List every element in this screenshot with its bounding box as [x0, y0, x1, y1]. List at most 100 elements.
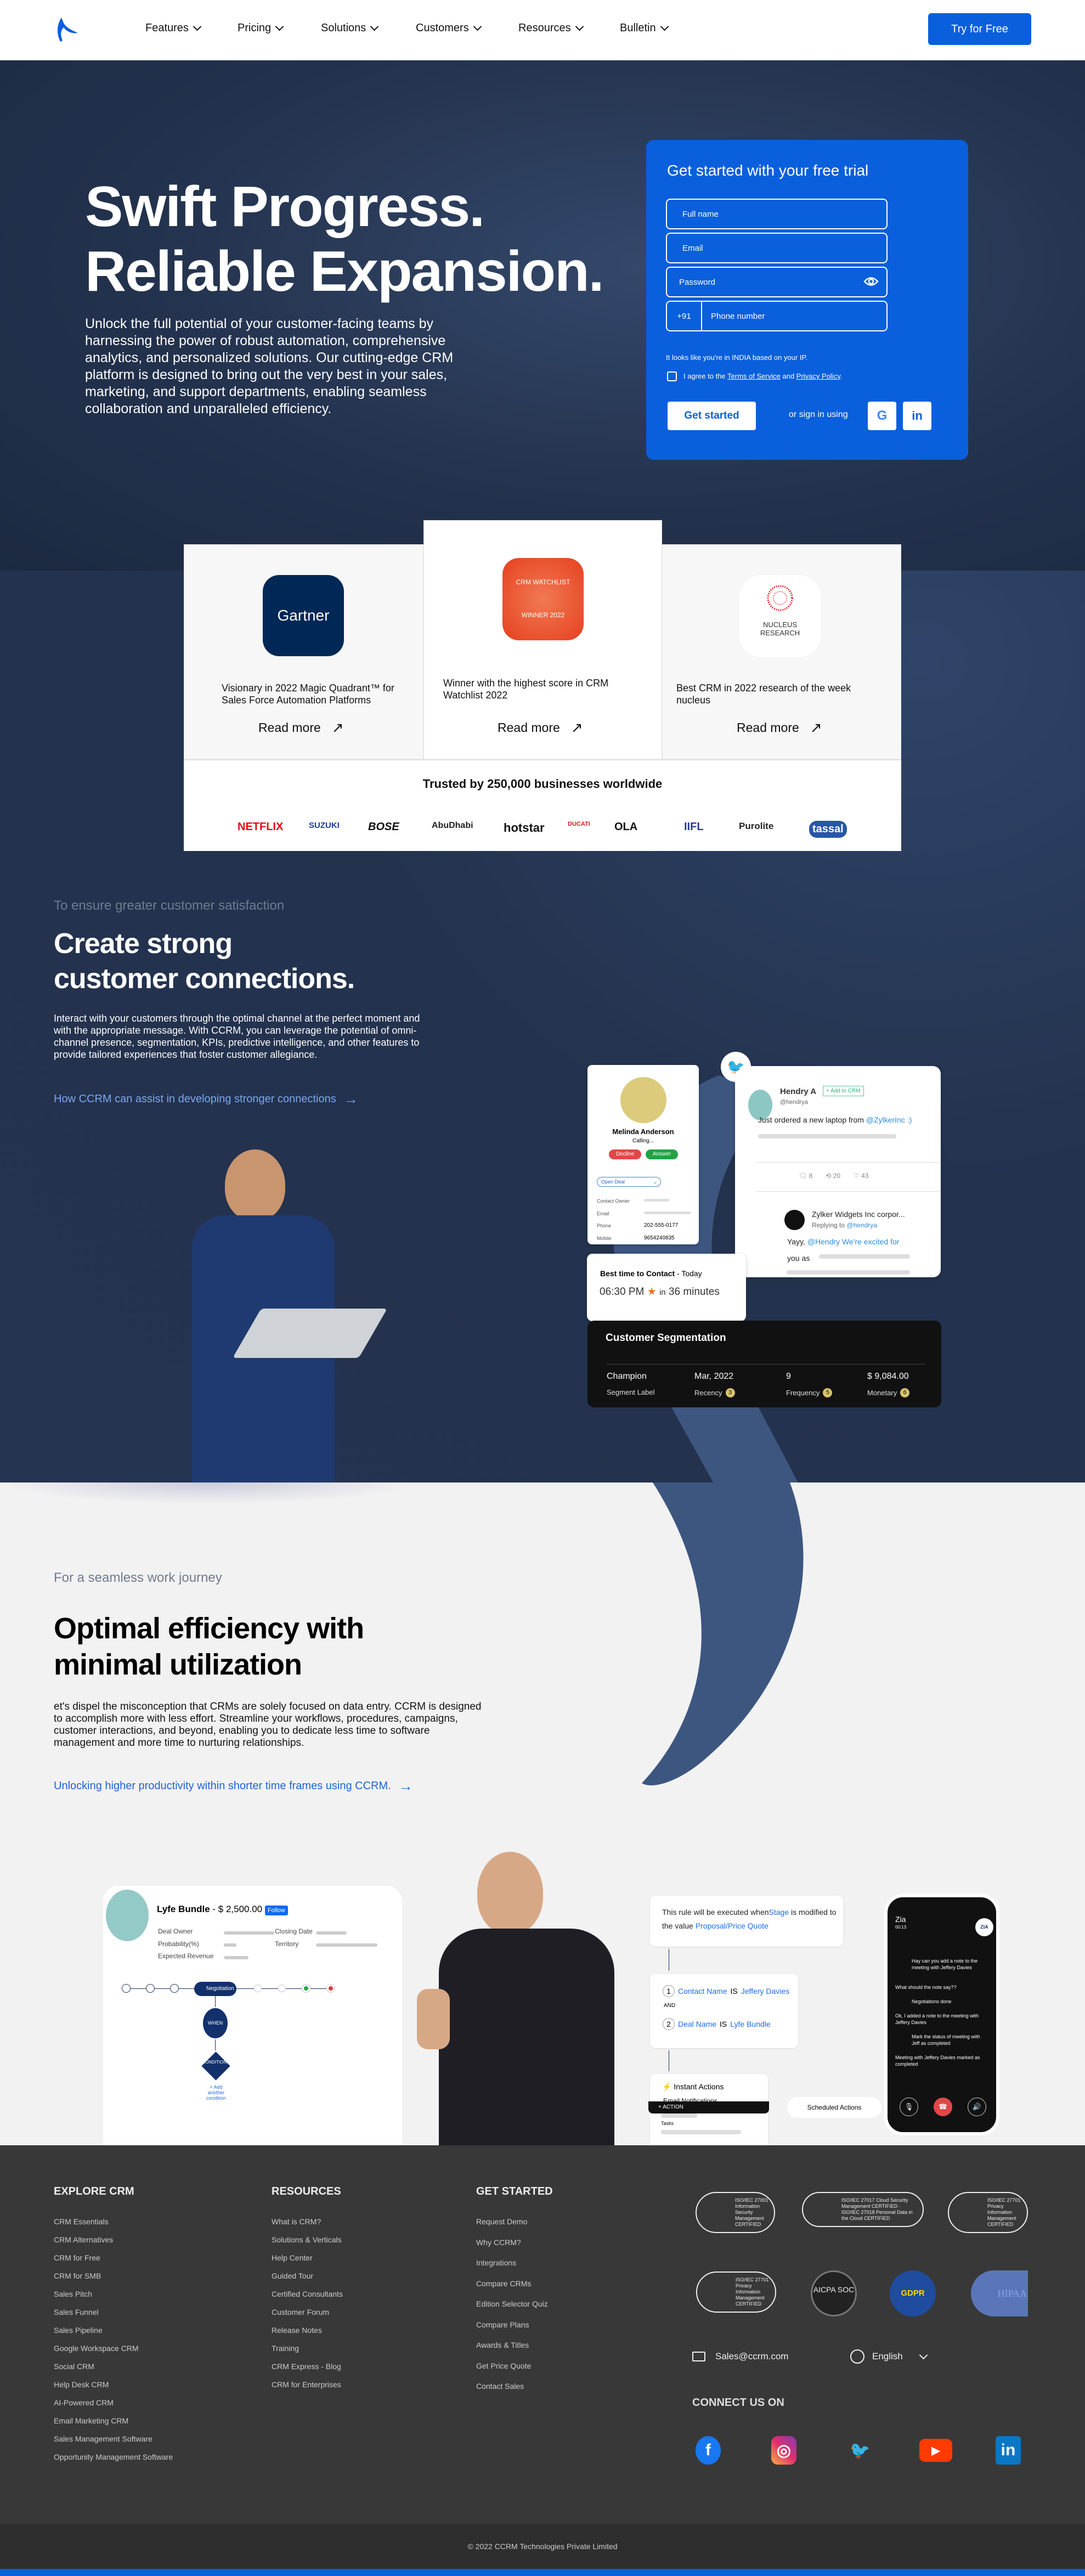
speaker-icon[interactable]: 🔊	[968, 2098, 986, 2116]
rule-field: Stage	[768, 1908, 789, 1917]
nav-resources[interactable]: Resources	[518, 22, 584, 35]
footer-link[interactable]: Solutions & Verticals	[272, 2235, 342, 2244]
stage-negotiation: Negotiation	[194, 1982, 236, 1996]
footer-link[interactable]: What is CRM?	[272, 2217, 321, 2226]
footer-link[interactable]: CRM Express - Blog	[272, 2362, 341, 2371]
condition-row: 1 Contact Name IS Jeffery Davies	[663, 1985, 789, 1997]
language-select[interactable]: English	[850, 2349, 928, 2364]
footer-link[interactable]: AI-Powered CRM	[54, 2398, 114, 2407]
footer-link[interactable]: CRM for SMB	[54, 2271, 101, 2280]
instagram-icon[interactable]: ◎	[771, 2436, 796, 2465]
end-call-icon[interactable]: ☎	[934, 2098, 952, 2116]
like-count[interactable]: ♡ 43	[854, 1172, 868, 1180]
phone-input-group: +91 Phone number	[666, 301, 888, 331]
nav-pricing[interactable]: Pricing	[238, 22, 284, 35]
footer-link[interactable]: Help Desk CRM	[54, 2380, 109, 2389]
read-more-link[interactable]: Read more ↗	[258, 719, 344, 736]
add-action-button[interactable]: + ACTION	[648, 2101, 769, 2113]
brand-netflix: NETFLIX	[238, 821, 284, 833]
footer-link[interactable]: Request Demo	[476, 2217, 527, 2226]
reply-count[interactable]: 🗨 8	[799, 1172, 812, 1180]
footer-link[interactable]: Sales Pipeline	[54, 2326, 103, 2335]
footer-link[interactable]: CRM Essentials	[54, 2217, 109, 2226]
footer-link[interactable]: Get Price Quote	[476, 2361, 531, 2370]
footer-link[interactable]: Social CRM	[54, 2362, 94, 2371]
footer-link[interactable]: Compare CRMs	[476, 2279, 531, 2288]
ccrm-logo-icon[interactable]	[54, 15, 80, 44]
nav-features[interactable]: Features	[145, 22, 202, 35]
decline-button[interactable]: Decline	[609, 1149, 641, 1159]
and-label: AND	[664, 2003, 676, 2009]
agree-checkbox[interactable]	[667, 371, 677, 381]
phone-input[interactable]: Phone number	[702, 312, 765, 321]
scheduled-actions-pill[interactable]: Scheduled Actions	[787, 2097, 881, 2118]
tweet-mention[interactable]: @ZylkerInc :)	[866, 1115, 912, 1124]
footer-link[interactable]: Customer Forum	[272, 2308, 329, 2316]
nucleus-logo: NUCLEUS RESEARCH	[739, 575, 821, 657]
footer-link[interactable]: Contact Sales	[476, 2382, 524, 2391]
instant-actions-text: Instant Actions	[674, 2082, 724, 2091]
footer-link[interactable]: Why CCRM?	[476, 2238, 521, 2247]
terms-link[interactable]: Terms of Service	[727, 372, 781, 380]
read-more-link[interactable]: Read more ↗	[737, 719, 822, 736]
youtube-icon[interactable]: ▶	[919, 2439, 952, 2462]
stage-lost-icon	[327, 1985, 335, 1992]
read-more-label: Read more	[737, 720, 799, 735]
nav-customers[interactable]: Customers	[416, 22, 482, 35]
nav-bulletin[interactable]: Bulletin	[620, 22, 669, 35]
get-started-button[interactable]: Get started	[668, 402, 756, 430]
mute-icon[interactable]: 🎙	[900, 2098, 918, 2116]
placeholder-bar	[787, 1270, 910, 1275]
sales-email: Sales@ccrm.com	[715, 2351, 789, 2361]
read-more-link[interactable]: Read more ↗	[498, 719, 583, 736]
sales-email-link[interactable]: Sales@ccrm.com	[692, 2351, 788, 2362]
footer-link[interactable]: CRM Alternatives	[54, 2235, 113, 2244]
footer-link[interactable]: Compare Plans	[476, 2320, 529, 2329]
connections-link[interactable]: How CCRM can assist in developing strong…	[54, 1091, 358, 1108]
footer-link[interactable]: Help Center	[272, 2253, 313, 2262]
field-label: Expected Revenue	[158, 1952, 214, 1960]
twitter-icon[interactable]: 🐦	[847, 2436, 873, 2465]
footer-link[interactable]: CRM for Enterprises	[272, 2380, 341, 2389]
eye-icon[interactable]	[863, 275, 879, 288]
add-to-crm-button[interactable]: + Add to CRM	[823, 1086, 864, 1096]
email-input[interactable]: Email	[666, 233, 888, 263]
retweet-count[interactable]: ⟲ 20	[826, 1172, 840, 1180]
password-input[interactable]: Password	[666, 267, 888, 297]
footer-link[interactable]: Guided Tour	[272, 2271, 313, 2280]
footer-link[interactable]: Certified Consultants	[272, 2290, 343, 2298]
footer-link[interactable]: Sales Funnel	[54, 2308, 99, 2316]
footer-link[interactable]: Email Marketing CRM	[54, 2416, 128, 2425]
efficiency-link[interactable]: Unlocking higher productivity within sho…	[54, 1778, 413, 1795]
google-signin-button[interactable]: G	[868, 402, 896, 430]
footer-link[interactable]: Release Notes	[272, 2326, 322, 2335]
signup-title: Get started with your free trial	[667, 162, 869, 179]
footer-link[interactable]: Awards & Titles	[476, 2341, 529, 2349]
footer-link[interactable]: Opportunity Management Software	[54, 2453, 173, 2461]
footer-link[interactable]: Google Workspace CRM	[54, 2344, 139, 2353]
open-deal-select[interactable]: Open Deal ⌄	[597, 1177, 661, 1187]
answer-button[interactable]: Answer	[646, 1149, 678, 1159]
try-for-free-button[interactable]: Try for Free	[928, 13, 1031, 45]
connections-title-line2: customer connections.	[54, 963, 355, 995]
privacy-link[interactable]: Privacy Policy	[796, 372, 840, 380]
country-code-select[interactable]: +91	[667, 302, 702, 330]
add-condition-link[interactable]: + Add another condition	[201, 2084, 231, 2101]
footer-link[interactable]: CRM for Free	[54, 2253, 100, 2262]
footer-link[interactable]: Sales Management Software	[54, 2434, 152, 2443]
phone-value: 202-555-0177	[644, 1222, 679, 1228]
zylker-logo	[784, 1210, 805, 1230]
read-more-label: Read more	[258, 720, 321, 735]
follow-button[interactable]: Follow	[264, 1906, 288, 1915]
footer-link[interactable]: Sales Pitch	[54, 2290, 92, 2298]
full-name-input[interactable]: Full name	[666, 199, 888, 229]
linkedin-icon[interactable]: in	[996, 2436, 1021, 2465]
footer-link[interactable]: Training	[272, 2344, 299, 2353]
footer-link[interactable]: Integrations	[476, 2258, 516, 2267]
nav-solutions[interactable]: Solutions	[321, 22, 379, 35]
chevron-down-icon	[919, 2350, 928, 2359]
linkedin-signin-button[interactable]: in	[903, 402, 931, 430]
replying-to-label: Replying to	[812, 1221, 845, 1229]
footer-link[interactable]: Edition Selector Quiz	[476, 2299, 548, 2308]
facebook-icon[interactable]: f	[696, 2436, 721, 2465]
